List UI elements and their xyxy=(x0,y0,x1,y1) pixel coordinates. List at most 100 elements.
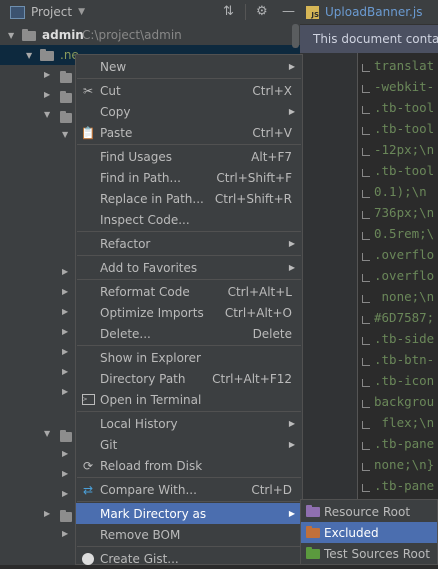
menu-item-copy[interactable]: Copy ▶ xyxy=(76,101,302,122)
compare-icon: ⇄ xyxy=(82,482,94,497)
code-line[interactable]: .tb-icon xyxy=(362,370,434,391)
expand-arrow-icon[interactable]: ▼ xyxy=(62,130,68,139)
collapsed-arrow-icon[interactable]: ▶ xyxy=(62,347,68,356)
code-line[interactable]: none;\n} xyxy=(362,454,434,475)
menu-item-replace-in-path[interactable]: Replace in Path... Ctrl+Shift+R xyxy=(76,188,302,209)
code-line[interactable]: .tb-tool xyxy=(362,160,434,181)
code-line[interactable]: .tb-side xyxy=(362,328,434,349)
submenu-arrow-icon: ▶ xyxy=(288,440,295,449)
menu-item-add-to-favorites[interactable]: Add to Favorites ▶ xyxy=(76,257,302,278)
collapsed-arrow-icon[interactable]: ▶ xyxy=(62,387,68,396)
menu-item-delete[interactable]: Delete... Delete xyxy=(76,323,302,344)
expand-arrow-icon[interactable]: ▼ xyxy=(44,429,50,438)
fold-marker-icon xyxy=(362,462,370,471)
chevron-down-icon: ▼ xyxy=(78,7,85,17)
menu-item-label: Cut xyxy=(100,83,121,98)
collapsed-arrow-icon[interactable]: ▶ xyxy=(62,287,68,296)
code-line[interactable]: .tb-pane xyxy=(362,475,434,496)
submenu-item-test-sources-root[interactable]: Test Sources Root xyxy=(301,543,437,564)
project-icon xyxy=(10,5,25,19)
folder-icon xyxy=(60,91,72,103)
expand-arrow-icon[interactable]: ▼ xyxy=(26,51,32,60)
menu-item-paste[interactable]: 📋 Paste Ctrl+V xyxy=(76,122,302,143)
collapsed-arrow-icon[interactable]: ▶ xyxy=(62,307,68,316)
menu-item-reformat-code[interactable]: Reformat Code Ctrl+Alt+L xyxy=(76,281,302,302)
menu-item-show-in-explorer[interactable]: Show in Explorer xyxy=(76,347,302,368)
folder-icon xyxy=(22,29,36,41)
code-line[interactable]: #6D7587; xyxy=(362,307,434,328)
collapsed-arrow-icon[interactable]: ▶ xyxy=(62,367,68,376)
collapse-all-icon[interactable]: ⇅ xyxy=(223,4,234,19)
menu-item-git[interactable]: Git ▶ xyxy=(76,434,302,455)
fold-marker-icon xyxy=(362,315,370,324)
submenu-item-resource-root[interactable]: Resource Root xyxy=(301,501,437,522)
scissors-icon: ✂ xyxy=(82,83,94,98)
code-line[interactable]: .overflo xyxy=(362,244,434,265)
menu-item-local-history[interactable]: Local History ▶ xyxy=(76,413,302,434)
code-line[interactable]: 0.1);\n xyxy=(362,181,427,202)
javascript-file-icon: JS xyxy=(306,5,319,19)
project-view-selector[interactable]: Project ▼ xyxy=(10,5,85,19)
expand-arrow-icon[interactable]: ▼ xyxy=(8,31,14,40)
menu-item-refactor[interactable]: Refactor ▶ xyxy=(76,233,302,254)
collapsed-arrow-icon[interactable]: ▶ xyxy=(44,509,50,518)
menu-item-mark-directory-as[interactable]: Mark Directory as ▶ xyxy=(76,503,302,524)
menu-item-compare-with[interactable]: ⇄ Compare With... Ctrl+D xyxy=(76,479,302,500)
collapsed-arrow-icon[interactable]: ▶ xyxy=(44,70,50,79)
code-line[interactable]: .tb-tool xyxy=(362,118,434,139)
code-line[interactable]: .tb-btn- xyxy=(362,349,434,370)
code-line[interactable]: backgrou xyxy=(362,391,434,412)
code-line[interactable]: -webkit- xyxy=(362,76,434,97)
menu-item-label: Find Usages xyxy=(100,149,173,164)
menu-item-label: Paste xyxy=(100,125,133,140)
collapsed-arrow-icon[interactable]: ▶ xyxy=(62,469,68,478)
menu-separator xyxy=(77,546,301,547)
submenu-arrow-icon: ▶ xyxy=(288,239,295,248)
code-line[interactable]: .tb-pane xyxy=(362,433,434,454)
code-line[interactable]: flex;\n xyxy=(362,412,434,433)
menu-item-remove-bom[interactable]: Remove BOM xyxy=(76,524,302,545)
submenu-item-excluded[interactable]: Excluded xyxy=(301,522,437,543)
menu-item-cut[interactable]: ✂ Cut Ctrl+X xyxy=(76,80,302,101)
fold-marker-icon xyxy=(362,399,370,408)
menu-item-label: Git xyxy=(100,437,118,452)
menu-item-reload-from-disk[interactable]: ⟳ Reload from Disk xyxy=(76,455,302,476)
code-text: .overflo xyxy=(374,247,435,262)
tree-scrollbar[interactable] xyxy=(292,24,299,48)
collapsed-arrow-icon[interactable]: ▶ xyxy=(62,267,68,276)
code-line[interactable]: 736px;\n xyxy=(362,202,434,223)
shortcut-label: Ctrl+Alt+O xyxy=(224,305,292,320)
collapsed-arrow-icon[interactable]: ▶ xyxy=(62,529,68,538)
project-title: Project xyxy=(31,5,73,19)
editor-tab[interactable]: JS UploadBanner.js xyxy=(306,0,422,24)
menu-item-new[interactable]: New ▶ xyxy=(76,56,302,77)
menu-item-find-usages[interactable]: Find Usages Alt+F7 xyxy=(76,146,302,167)
collapsed-arrow-icon[interactable]: ▶ xyxy=(62,449,68,458)
code-line[interactable]: -12px;\n xyxy=(362,139,434,160)
code-line[interactable]: .tb-tool xyxy=(362,97,434,118)
menu-item-label: Local History xyxy=(100,416,178,431)
project-tool-window-header: Project ▼ ⇅ ⚙ — xyxy=(0,0,300,25)
code-line[interactable]: .overflo xyxy=(362,265,434,286)
hide-panel-icon[interactable]: — xyxy=(282,4,295,19)
code-line[interactable]: translat xyxy=(362,55,434,76)
menu-item-optimize-imports[interactable]: Optimize Imports Ctrl+Alt+O xyxy=(76,302,302,323)
collapsed-arrow-icon[interactable]: ▶ xyxy=(44,90,50,99)
menu-item-create-gist[interactable]: Create Gist... xyxy=(76,548,302,569)
menu-item-label: Compare With... xyxy=(100,482,197,497)
tree-row-root[interactable]: ▼ admin C:\project\admin xyxy=(0,25,300,45)
menu-item-inspect-code[interactable]: Inspect Code... xyxy=(76,209,302,230)
collapsed-arrow-icon[interactable]: ▶ xyxy=(62,327,68,336)
menu-item-find-in-path[interactable]: Find in Path... Ctrl+Shift+F xyxy=(76,167,302,188)
folder-icon xyxy=(40,49,54,61)
gear-icon[interactable]: ⚙ xyxy=(256,4,268,19)
shortcut-label: Ctrl+Alt+L xyxy=(227,284,292,299)
menu-separator xyxy=(77,231,301,232)
code-line[interactable]: 0.5rem;\ xyxy=(362,223,434,244)
code-line[interactable]: none;\n xyxy=(362,286,434,307)
expand-arrow-icon[interactable]: ▼ xyxy=(44,110,50,119)
editor-gutter xyxy=(300,53,358,565)
menu-item-open-in-terminal[interactable]: > Open in Terminal xyxy=(76,389,302,410)
menu-item-directory-path[interactable]: Directory Path Ctrl+Alt+F12 xyxy=(76,368,302,389)
collapsed-arrow-icon[interactable]: ▶ xyxy=(62,489,68,498)
